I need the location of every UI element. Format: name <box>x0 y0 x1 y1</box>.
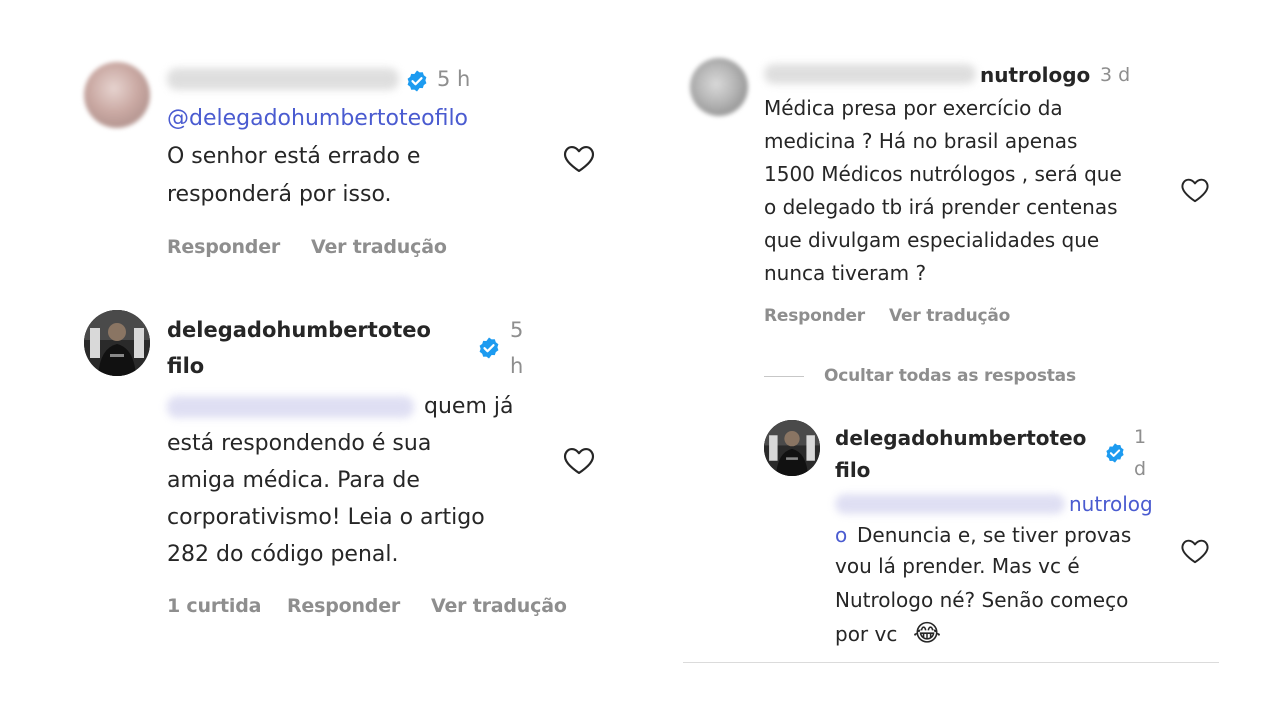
comment-text: Nutrologo né? Senão começo <box>835 588 1129 612</box>
comment-text: nunca tiveram ? <box>764 261 927 285</box>
mention-redacted[interactable] <box>167 396 414 418</box>
reply-button[interactable]: Responder <box>287 595 400 617</box>
hide-replies-button[interactable]: Ocultar todas as respostas <box>824 366 1076 386</box>
comment-text: O senhor está errado e <box>167 144 421 169</box>
section-divider <box>683 662 1219 663</box>
mention-link[interactable]: o <box>835 519 847 551</box>
verified-badge-icon <box>407 70 427 92</box>
comment-text: que divulgam especialidades que <box>764 228 1100 252</box>
heart-outline-icon[interactable] <box>1180 537 1210 564</box>
comment-time: d <box>1134 458 1147 480</box>
laughing-emoji: 😂 <box>913 619 942 647</box>
mention-redacted[interactable] <box>835 494 1065 514</box>
comment-time: 5 <box>510 318 524 342</box>
heart-outline-icon[interactable] <box>1180 176 1210 203</box>
avatar[interactable] <box>84 62 150 128</box>
likes-count[interactable]: 1 curtida <box>167 595 261 617</box>
username[interactable]: filo <box>835 458 870 482</box>
comment-text: responderá por isso. <box>167 182 392 207</box>
comment-text: Denuncia e, se tiver provas <box>857 523 1132 547</box>
verified-badge-icon <box>1106 443 1124 463</box>
comment-text: por vc <box>835 622 898 646</box>
avatar[interactable] <box>690 58 748 116</box>
replies-divider <box>764 376 804 377</box>
comment-text: 1500 Médicos nutrólogos , será que <box>764 162 1122 186</box>
comment-text: corporativismo! Leia o artigo <box>167 505 485 530</box>
username-redacted[interactable] <box>764 64 976 84</box>
see-translation-button[interactable]: Ver tradução <box>431 595 567 617</box>
comment-time: 3 d <box>1100 64 1131 86</box>
comment-text: Médica presa por exercício da <box>764 96 1063 120</box>
comment-text: quem já <box>424 394 514 419</box>
comment-time: 5 h <box>437 67 471 91</box>
comment-time: h <box>510 354 524 378</box>
username[interactable]: delegadohumbertoteo <box>835 426 1086 450</box>
reply-button[interactable]: Responder <box>167 236 280 258</box>
username[interactable]: delegadohumbertoteo <box>167 318 431 342</box>
comment-text: o delegado tb irá prender centenas <box>764 195 1118 219</box>
avatar[interactable] <box>764 420 820 476</box>
comment-time: 1 <box>1134 426 1147 448</box>
username[interactable]: filo <box>167 354 204 378</box>
mention-link[interactable]: nutrolog <box>1069 488 1153 520</box>
heart-outline-icon[interactable] <box>562 143 596 173</box>
comment-text: está respondendo é sua <box>167 431 432 456</box>
comment-text: 282 do código penal. <box>167 542 399 567</box>
comment-text: amiga médica. Para de <box>167 468 420 493</box>
username[interactable]: nutrologo <box>980 63 1090 87</box>
heart-outline-icon[interactable] <box>562 445 596 475</box>
see-translation-button[interactable]: Ver tradução <box>311 236 447 258</box>
see-translation-button[interactable]: Ver tradução <box>889 306 1010 326</box>
mention-link[interactable]: @delegadohumbertoteofilo <box>167 102 468 136</box>
avatar[interactable] <box>84 310 150 376</box>
username-redacted[interactable] <box>167 68 399 90</box>
comment-text: medicina ? Há no brasil apenas <box>764 129 1078 153</box>
verified-badge-icon <box>479 337 499 359</box>
comment-text: vou lá prender. Mas vc é <box>835 554 1080 578</box>
reply-button[interactable]: Responder <box>764 306 865 326</box>
